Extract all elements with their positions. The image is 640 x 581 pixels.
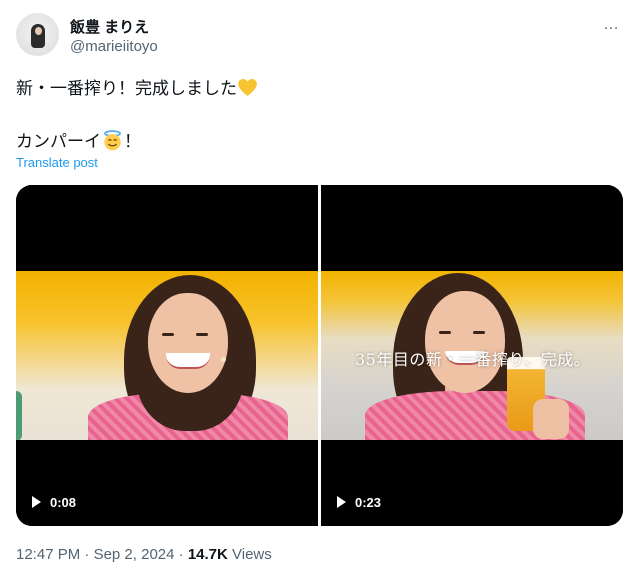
- video-2-eye-right: [473, 331, 485, 334]
- yellow-heart-icon: [238, 79, 257, 96]
- video-1-eye-left: [162, 333, 174, 336]
- meta-separator: ·: [80, 546, 94, 563]
- smiling-face-with-halo-icon: [104, 130, 121, 151]
- tweet-meta: 12:47 PM · Sep 2, 2024 · 14.7K Views: [16, 546, 272, 563]
- video-2-duration-badge: 0:23: [337, 491, 381, 513]
- video-2-hand: [533, 399, 569, 439]
- video-1-frame: [16, 271, 318, 440]
- media-grid: 0:08 35年目の新・一番搾り、完成。 0:23: [16, 185, 623, 526]
- video-1-left-edge-figure: [16, 391, 22, 440]
- avatar[interactable]: [16, 13, 59, 56]
- tweet-text-line-2-suffix: ！: [124, 132, 141, 151]
- meta-separator: ·: [174, 546, 188, 563]
- video-1-duration-badge: 0:08: [32, 491, 76, 513]
- video-2-duration: 0:23: [355, 494, 382, 510]
- video-2[interactable]: 35年目の新・一番搾り、完成。 0:23: [321, 185, 623, 526]
- tweet-date[interactable]: Sep 2, 2024: [94, 546, 175, 563]
- tweet-text-line-1-content: 新・一番搾り！完成しました: [16, 79, 237, 98]
- video-2-eye-left: [439, 331, 451, 334]
- video-1[interactable]: 0:08: [16, 185, 318, 526]
- video-1-smile: [166, 353, 210, 369]
- video-1-earring: [221, 357, 226, 362]
- views-count: 14.7K: [187, 546, 228, 563]
- tweet-text-line-2-prefix: カンパーイ: [16, 132, 101, 151]
- translate-post-link[interactable]: Translate post: [16, 155, 98, 170]
- video-2-caption: 35年目の新・一番搾り、完成。: [355, 350, 591, 369]
- views-label: Views: [227, 546, 272, 563]
- author-handle[interactable]: @marieiitoyo: [70, 38, 158, 55]
- video-1-face: [148, 293, 228, 393]
- play-icon[interactable]: [32, 496, 41, 508]
- author-display-name[interactable]: 飯豊 まりえ: [70, 16, 149, 37]
- video-1-eye-right: [196, 333, 208, 336]
- video-1-duration: 0:08: [50, 494, 77, 510]
- tweet-text-line-1: 新・一番搾り！完成しました: [16, 74, 257, 99]
- video-2-frame: 35年目の新・一番搾り、完成。: [321, 271, 623, 440]
- play-icon[interactable]: [337, 496, 346, 508]
- more-options-icon[interactable]: …: [603, 16, 620, 34]
- tweet-text-line-2: カンパーイ ！: [16, 127, 141, 152]
- video-2-face: [425, 291, 505, 393]
- avatar-face: [35, 27, 42, 35]
- tweet-time[interactable]: 12:47 PM: [16, 546, 80, 563]
